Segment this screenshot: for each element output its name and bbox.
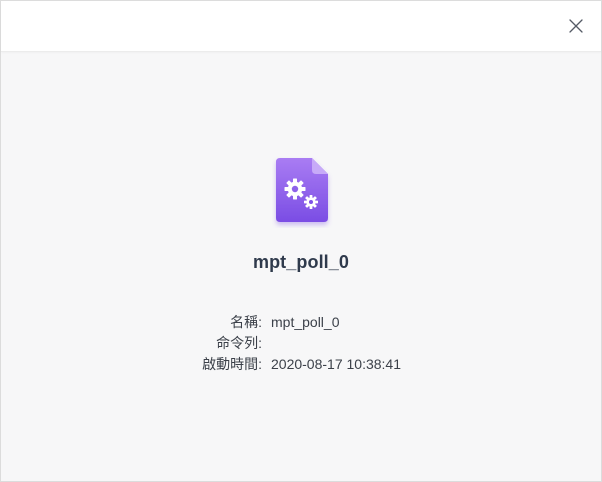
title-bar	[1, 1, 601, 52]
detail-row-name: 名稱: mpt_poll_0	[1, 312, 601, 333]
process-details: 名稱: mpt_poll_0 命令列: 啟動時間: 2020-08-17 10:…	[1, 312, 601, 375]
process-name: mpt_poll_0	[252, 252, 350, 272]
detail-label: 命令列:	[216, 335, 262, 351]
gears-file-icon	[272, 156, 334, 228]
close-icon	[569, 19, 583, 33]
process-info-dialog: mpt_poll_0 名稱: mpt_poll_0 命令列: 啟動時間: 202…	[0, 0, 602, 482]
close-button[interactable]	[561, 11, 591, 41]
detail-value: mpt_poll_0	[271, 314, 340, 330]
detail-row-command: 命令列:	[1, 333, 601, 354]
detail-row-start-time: 啟動時間: 2020-08-17 10:38:41	[1, 354, 601, 375]
detail-label: 啟動時間:	[202, 356, 262, 372]
detail-label: 名稱:	[230, 314, 262, 330]
detail-value: 2020-08-17 10:38:41	[271, 356, 401, 372]
